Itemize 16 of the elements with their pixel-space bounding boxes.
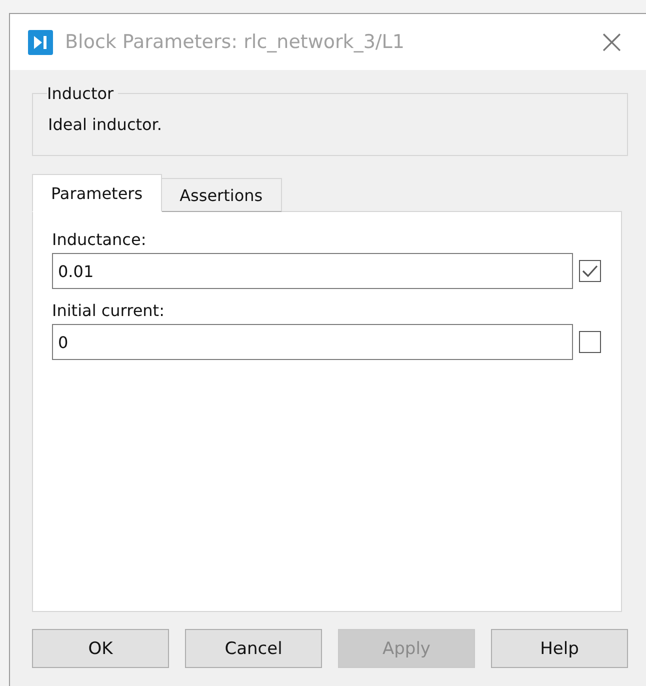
dialog-button[interactable]: Cancel <box>185 629 322 668</box>
checkbox[interactable] <box>579 260 601 282</box>
group-title: Inductor <box>47 84 115 103</box>
dialog-button[interactable]: Help <box>491 629 628 668</box>
checkbox[interactable] <box>579 331 601 353</box>
block-icon <box>28 30 53 54</box>
field-label: Inductance: <box>52 230 148 249</box>
tab[interactable]: Parameters <box>32 174 162 212</box>
window-title: Block Parameters: rlc_network_3/L1 <box>65 31 406 53</box>
field-label: Initial current: <box>52 301 166 320</box>
tab[interactable]: Assertions <box>160 178 282 212</box>
close-button[interactable]: × <box>594 25 630 59</box>
dialog-button[interactable]: OK <box>32 629 169 668</box>
input-field[interactable]: 0.01 <box>52 253 573 289</box>
input-field[interactable]: 0 <box>52 324 573 360</box>
description-text: Ideal inductor. <box>48 115 163 134</box>
